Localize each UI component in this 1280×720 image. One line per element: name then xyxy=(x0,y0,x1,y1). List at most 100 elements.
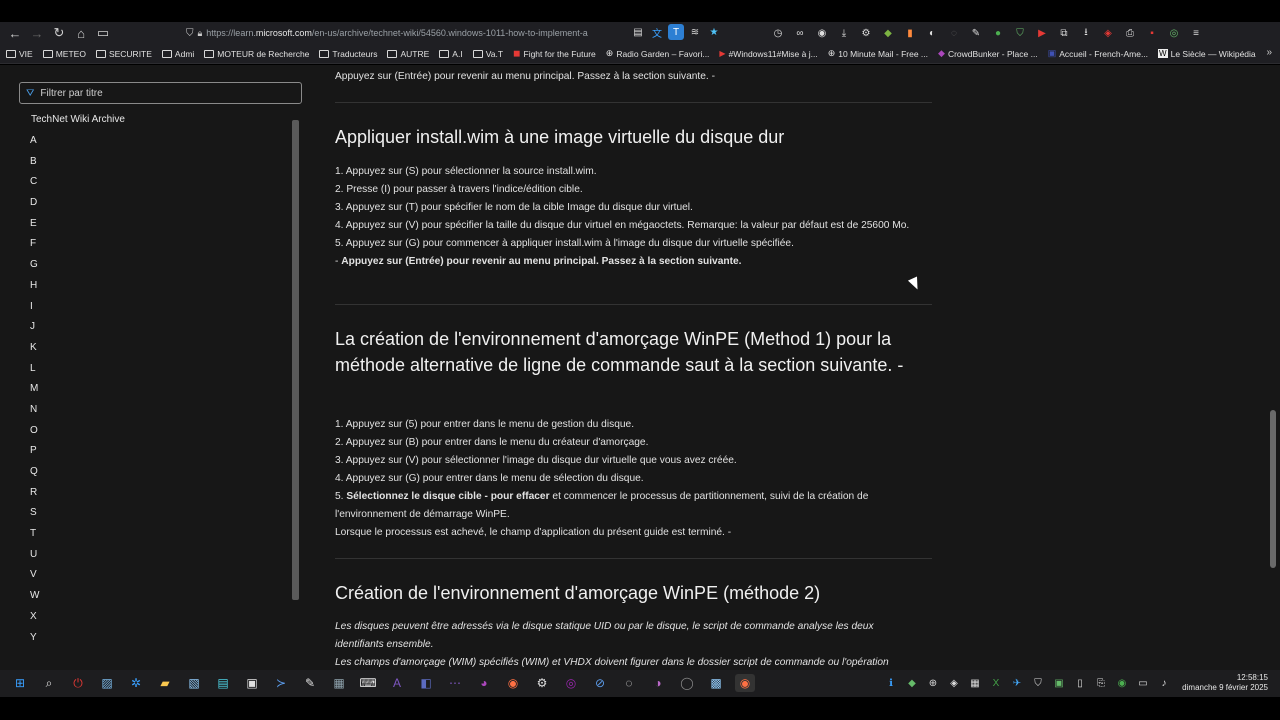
editor-icon[interactable]: ✎ xyxy=(300,674,320,692)
tray-green-icon[interactable]: ◆ xyxy=(905,675,919,691)
calculator-icon[interactable]: ▦ xyxy=(329,674,349,692)
toc-item[interactable]: S xyxy=(30,503,39,524)
bookmark-item[interactable]: ⊕ Radio Garden – Favori... xyxy=(606,48,710,59)
bookmark-item[interactable]: ⊕ 10 Minute Mail - Free ... xyxy=(828,48,928,59)
extension-shield-icon[interactable]: ⛉ xyxy=(1012,25,1028,41)
toc-item[interactable]: B xyxy=(30,152,39,173)
tray-phone-icon[interactable]: ▯ xyxy=(1073,675,1087,691)
tray-blue-icon[interactable]: ✈ xyxy=(1010,675,1024,691)
toc-item[interactable]: M xyxy=(30,379,39,400)
gear-app-icon[interactable]: ⚙ xyxy=(532,674,552,692)
bookmark-item[interactable]: ▣ Accueil - French-Ame... xyxy=(1048,48,1148,59)
bookmark-item[interactable]: Traducteurs xyxy=(319,49,377,59)
app-photo-icon[interactable]: ▩ xyxy=(706,674,726,692)
extension-gray-icon[interactable]: ◌ xyxy=(946,25,962,41)
toc-item[interactable]: I xyxy=(30,297,39,318)
toc-item[interactable]: O xyxy=(30,421,39,442)
bookmark-item[interactable]: AUTRE xyxy=(387,49,429,59)
app-violet-icon[interactable]: ◎ xyxy=(561,674,581,692)
profile-icon[interactable]: ◎ xyxy=(1166,25,1182,41)
bookmark-item[interactable]: SECURITE xyxy=(95,49,152,59)
translate-icon[interactable]: 文 xyxy=(649,24,665,40)
info-icon[interactable]: ℹ xyxy=(884,675,898,691)
menu-icon[interactable]: ≡ xyxy=(1188,25,1204,41)
bookmark-item[interactable]: A.I xyxy=(439,49,463,59)
tray-grid-icon[interactable]: ▦ xyxy=(968,675,982,691)
downloads-icon[interactable]: ⭳ xyxy=(1078,25,1094,41)
filter-input[interactable] xyxy=(40,87,291,99)
bookmark-item[interactable]: MOTEUR de Recherche xyxy=(204,49,309,59)
app-pink-icon[interactable]: ◑ xyxy=(648,674,668,692)
bookmark-star-icon[interactable]: ★ xyxy=(706,24,722,40)
clock[interactable]: 12:58:15 dimanche 9 février 2025 xyxy=(1182,673,1268,693)
settings-icon[interactable]: ⚙ xyxy=(858,25,874,41)
toc-item[interactable]: J xyxy=(30,317,39,338)
tray-shield-icon[interactable]: ⛉ xyxy=(1031,675,1045,691)
firefox-active-icon[interactable]: ◉ xyxy=(735,674,755,692)
app-game-icon[interactable]: ◕ xyxy=(474,674,494,692)
toc-item[interactable]: F xyxy=(30,234,39,255)
page-scrollbar[interactable] xyxy=(1270,410,1276,568)
app-a-icon[interactable]: A xyxy=(387,674,407,692)
wifi-icon[interactable]: ≋ xyxy=(687,24,703,40)
tray-globe-icon[interactable]: ⊕ xyxy=(926,675,940,691)
bookmark-item[interactable]: METEO xyxy=(42,49,86,59)
chevron-right-icon[interactable]: » xyxy=(1266,47,1272,58)
app-blue-icon[interactable]: ◧ xyxy=(416,674,436,692)
sidebar-toggle-icon[interactable]: ▭ xyxy=(92,22,114,44)
toc-item[interactable]: W xyxy=(30,586,39,607)
powershell-icon[interactable]: ≻ xyxy=(271,674,291,692)
address-bar[interactable]: ⛉ 🔒︎ https://learn.microsoft.com/en-us/a… xyxy=(186,24,626,42)
translate-ext-icon[interactable]: T xyxy=(668,24,684,40)
toc-item[interactable]: K xyxy=(30,338,39,359)
volume-icon[interactable]: ♪ xyxy=(1157,675,1171,691)
url-text[interactable]: https://learn.microsoft.com/en-us/archiv… xyxy=(206,28,588,38)
toc-item[interactable]: P xyxy=(30,441,39,462)
image-viewer-icon[interactable]: ▧ xyxy=(184,674,204,692)
terminal-icon[interactable]: ⌨ xyxy=(358,674,378,692)
print-icon[interactable]: ⎙ xyxy=(1122,25,1138,41)
photos-icon[interactable]: ▨ xyxy=(97,674,117,692)
toc-item[interactable]: L xyxy=(30,359,39,380)
power-icon[interactable]: ⏻ xyxy=(68,674,88,692)
back-icon[interactable]: ← xyxy=(4,22,26,44)
window-app-icon[interactable]: ▣ xyxy=(242,674,262,692)
extensions-puzzle-icon[interactable]: ⧉ xyxy=(1056,25,1072,41)
firefox-icon[interactable]: ◉ xyxy=(503,674,523,692)
download-box-icon[interactable]: ⤓ xyxy=(836,25,852,41)
network-icon[interactable]: ▭ xyxy=(1136,675,1150,691)
search-icon[interactable]: ⌕ xyxy=(39,674,59,692)
toc-item[interactable]: G xyxy=(30,255,39,276)
extension-orange-icon[interactable]: ▮ xyxy=(902,25,918,41)
app-disc-icon[interactable]: ◌ xyxy=(619,674,639,692)
toc-item[interactable]: E xyxy=(30,214,39,235)
toc-item[interactable]: D xyxy=(30,193,39,214)
extension-red-icon[interactable]: ◈ xyxy=(1100,25,1116,41)
toc-item[interactable]: T xyxy=(30,524,39,545)
tray-defender-icon[interactable]: ◉ xyxy=(1115,675,1129,691)
extension-green-dot-icon[interactable]: ● xyxy=(990,25,1006,41)
tray-excel-icon[interactable]: X xyxy=(989,675,1003,691)
loading-icon[interactable]: ◯ xyxy=(677,674,697,692)
forward-icon[interactable]: → xyxy=(26,22,48,44)
app-purple-icon[interactable]: ⋯ xyxy=(445,674,465,692)
toc-item[interactable]: U xyxy=(30,545,39,566)
tray-usb-icon[interactable]: ⎘ xyxy=(1094,675,1108,691)
tray-drop-icon[interactable]: ◈ xyxy=(947,675,961,691)
toc-item[interactable]: V xyxy=(30,565,39,586)
bookmark-item[interactable]: W Le Siècle — Wikipédia xyxy=(1158,49,1256,59)
history-icon[interactable]: ◷ xyxy=(770,25,786,41)
toc-item[interactable]: A xyxy=(30,131,39,152)
app-compass-icon[interactable]: ⊘ xyxy=(590,674,610,692)
toc-item[interactable]: X xyxy=(30,607,39,628)
extension-pen-icon[interactable]: ✎ xyxy=(968,25,984,41)
tray-vpn-icon[interactable]: ▣ xyxy=(1052,675,1066,691)
toc-item[interactable]: R xyxy=(30,483,39,504)
bookmark-item[interactable]: Va.T xyxy=(472,49,503,59)
toc-title[interactable]: TechNet Wiki Archive xyxy=(31,114,125,125)
settings-gear-icon[interactable]: ✲ xyxy=(126,674,146,692)
toc-item[interactable]: C xyxy=(30,172,39,193)
windows-start-icon[interactable]: ⊞ xyxy=(10,674,30,692)
extension-circle-icon[interactable]: ◐ xyxy=(924,25,940,41)
extension-green-icon[interactable]: ◆ xyxy=(880,25,896,41)
